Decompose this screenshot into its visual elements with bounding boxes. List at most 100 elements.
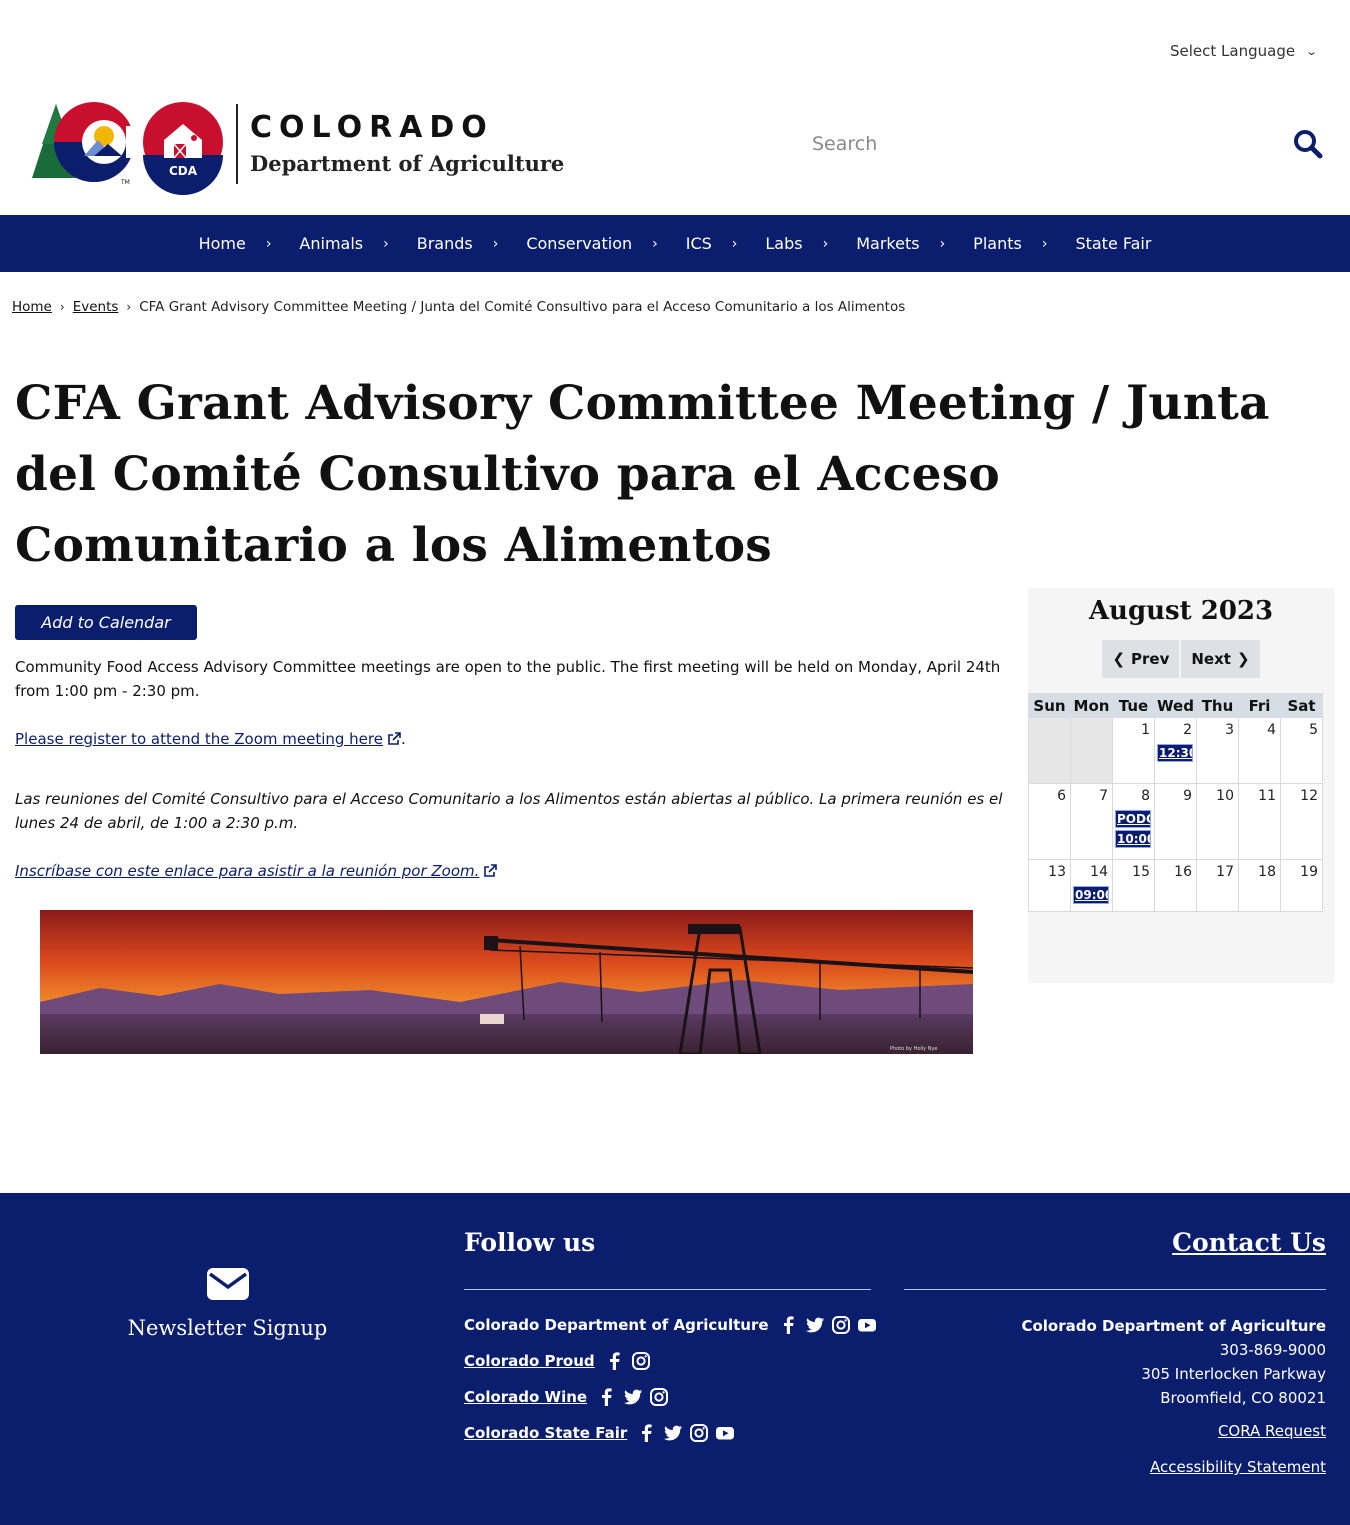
nav-item-state-fair[interactable]: State Fair› [1061,234,1165,253]
weekday-header: Sat [1280,693,1323,718]
calendar-day-cell: 10 [1196,783,1239,860]
calendar-day-cell: 14 09:00 [1070,859,1113,912]
chevron-right-icon: › [822,235,829,252]
calendar-prev-label: Prev [1131,650,1170,668]
search-input[interactable] [800,133,1260,155]
calendar-day-cell: 12 [1280,783,1323,860]
nav-item-label: Markets [856,234,920,253]
language-selector[interactable]: Select Language ⌄ [1170,42,1319,60]
social-account-name[interactable]: Colorado Wine [464,1388,587,1406]
calendar-event-link[interactable]: PODC [1115,810,1151,828]
chevron-left-icon: ❮ [1112,650,1126,668]
weekday-header: Fri [1238,693,1281,718]
photo-credit: Photo by Holly Nye [890,1046,938,1052]
breadcrumb-current: CFA Grant Advisory Committee Meeting / J… [139,299,906,315]
newsletter-signup-link[interactable]: Newsletter Signup [120,1268,335,1340]
page-title: CFA Grant Advisory Committee Meeting / J… [15,376,1270,573]
site-footer: Newsletter Signup Follow us Colorado Dep… [0,1193,1350,1525]
contact-us-link[interactable]: Contact Us [1172,1228,1326,1257]
instagram-icon[interactable] [831,1315,851,1335]
instagram-icon[interactable] [649,1387,669,1407]
calendar-next-button[interactable]: Next ❯ [1181,640,1260,678]
calendar-day-number: 8 [1141,788,1150,804]
calendar-weekday-row: Sun Mon Tue Wed Thu Fri Sat [1028,693,1323,718]
nav-item-brands[interactable]: Brands › [403,234,513,253]
facebook-icon[interactable] [597,1387,617,1407]
nav-item-label: State Fair [1075,234,1152,253]
zoom-register-link-es[interactable]: Inscríbase con este enlace para asistir … [15,862,498,880]
calendar-day-number: 9 [1183,788,1192,804]
breadcrumb-home-link[interactable]: Home [12,299,52,315]
nav-item-label: ICS [685,234,712,253]
calendar-day-number: 11 [1258,788,1276,804]
instagram-icon[interactable] [631,1351,651,1371]
calendar-day-cell: 11 [1238,783,1281,860]
chevron-right-icon: › [383,235,389,252]
divider [904,1289,1326,1290]
contact-org: Colorado Department of Agriculture [1021,1317,1326,1335]
calendar-day-cell: 8 PODC 10:00 [1112,783,1155,860]
youtube-icon[interactable] [715,1423,735,1443]
add-to-calendar-button[interactable]: Add to Calendar [15,605,197,640]
social-account-name: Colorado Department of Agriculture [464,1316,769,1334]
calendar-day-number: 2 [1183,722,1192,738]
nav-item-home[interactable]: Home › [185,234,286,253]
event-description-en: Community Food Access Advisory Committee… [15,658,1001,700]
twitter-icon[interactable] [623,1387,643,1407]
calendar-day-number: 19 [1300,864,1318,880]
event-description-es: Las reuniones del Comité Consultivo para… [15,790,1003,832]
nav-item-ics[interactable]: ICS › [672,234,752,253]
weekday-header: Tue [1112,693,1155,718]
breadcrumb-events-link[interactable]: Events [73,299,119,315]
zoom-register-link[interactable]: Please register to attend the Zoom meeti… [15,730,401,748]
calendar-event-link[interactable]: 09:00 [1073,886,1109,904]
breadcrumb-separator: › [126,300,132,314]
nav-item-plants[interactable]: Plants › [959,234,1061,253]
chevron-down-icon: ⌄ [1305,44,1319,58]
sunset-irrigation-banner-image: Photo by Holly Nye [40,910,973,1054]
search-icon[interactable] [1292,128,1324,160]
calendar-day-number: 10 [1216,788,1234,804]
nav-item-animals[interactable]: Animals › [285,234,402,253]
calendar-day-cell: 17 [1196,859,1239,912]
nav-item-conservation[interactable]: Conservation › [512,234,671,253]
facebook-icon[interactable] [637,1423,657,1443]
calendar-event-link[interactable]: 10:00 [1115,830,1151,848]
contact-address-line1: 305 Interlocken Parkway [1141,1365,1326,1383]
nav-item-labs[interactable]: Labs › [751,234,842,253]
instagram-icon[interactable] [689,1423,709,1443]
register-paragraph-es: Inscríbase con este enlace para asistir … [15,859,1005,883]
calendar-event-link[interactable]: 12:30 [1157,744,1193,762]
facebook-icon[interactable] [779,1315,799,1335]
nav-item-markets[interactable]: Markets › [842,234,959,253]
social-account-name[interactable]: Colorado State Fair [464,1424,627,1442]
social-row: Colorado Department of Agriculture [464,1315,877,1335]
calendar-prev-button[interactable]: ❮ Prev [1102,640,1180,678]
twitter-icon[interactable] [663,1423,683,1443]
calendar-day-number: 14 [1090,864,1108,880]
accessibility-statement-link[interactable]: Accessibility Statement [1150,1458,1326,1476]
calendar-day-cell: 18 [1238,859,1281,912]
social-account-name[interactable]: Colorado Proud [464,1352,595,1370]
twitter-icon[interactable] [805,1315,825,1335]
youtube-icon[interactable] [857,1315,877,1335]
calendar-month-title: August 2023 [1088,596,1274,626]
facebook-icon[interactable] [605,1351,625,1371]
calendar-day-number: 15 [1132,864,1150,880]
logo-wordmark[interactable]: COLORADO Department of Agriculture [250,110,564,176]
social-row: Colorado Wine [464,1387,669,1407]
calendar-day-cell: 13 [1028,859,1071,912]
calendar-day-cell [1028,717,1071,784]
chevron-right-icon: › [731,235,738,252]
calendar-grid: Sun Mon Tue Wed Thu Fri Sat 1212:3034567… [1028,693,1323,912]
calendar-day-number: 18 [1258,864,1276,880]
contact-phone: 303-869-9000 [1219,1341,1326,1359]
zoom-register-link-text: Please register to attend the Zoom meeti… [15,730,383,748]
calendar-day-number: 17 [1216,864,1234,880]
newsletter-label: Newsletter Signup [127,1316,328,1340]
events-calendar: August 2023 ❮ Prev Next ❯ Sun Mon Tue Wed … [1028,588,1334,983]
external-link-icon [484,864,498,877]
calendar-day-cell: 6 [1028,783,1071,860]
social-row: Colorado Proud [464,1351,651,1371]
cora-request-link[interactable]: CORA Request [1218,1422,1326,1440]
